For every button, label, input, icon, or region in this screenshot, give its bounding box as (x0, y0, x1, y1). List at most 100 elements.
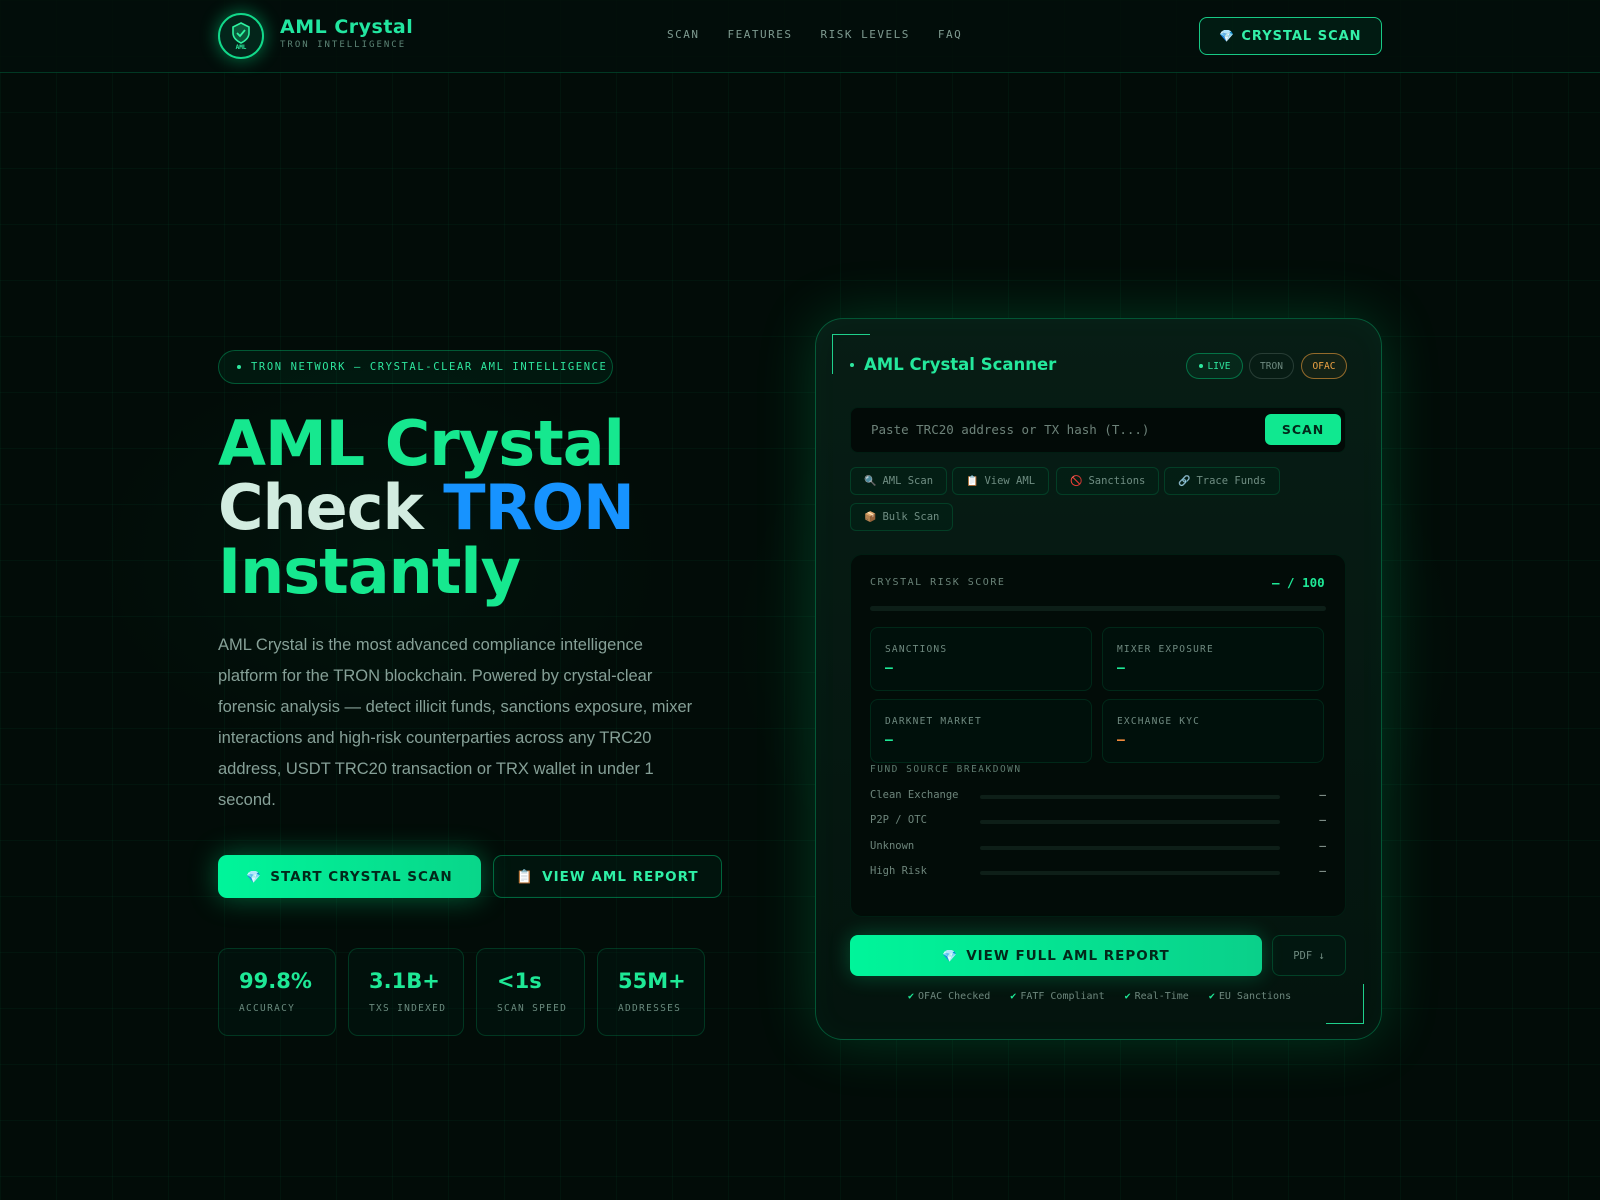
stat-card-txs-indexed: 3.1B+ TXS INDEXED (348, 948, 464, 1036)
stat-card-accuracy: 99.8% ACCURACY (218, 948, 336, 1036)
address-search-input[interactable] (871, 422, 1251, 437)
checkmark-icon: ✔ (1124, 991, 1131, 1002)
nav-links: SCAN FEATURES RISK LEVELS FAQ (667, 28, 962, 41)
chip-aml-scan[interactable]: 🔍 AML Scan (850, 467, 948, 495)
check-label: Real-Time (1134, 991, 1189, 1002)
live-badge-label: LIVE (1207, 360, 1231, 372)
metric-exchange-kyc: EXCHANGE KYC — (1102, 699, 1324, 763)
compliance-checks: ✔ OFAC Checked ✔ FATF Compliant ✔ Real-Time… (908, 991, 1291, 1002)
tron-badge: TRON (1249, 353, 1294, 379)
fund-source-title: FUND SOURCE BREAKDOWN (870, 764, 1022, 775)
ofac-badge: OFAC (1301, 353, 1347, 379)
metric-value: — (1117, 661, 1125, 676)
metric-label: MIXER EXPOSURE (1117, 644, 1214, 655)
stat-label: ACCURACY (239, 1003, 296, 1014)
hero-title-line3: Instantly (218, 535, 521, 608)
top-navbar: AML AML Crystal TRON INTELLIGENCE SCAN F… (0, 0, 1600, 73)
clipboard-icon: 📋 (966, 475, 979, 487)
nav-link-features[interactable]: FEATURES (728, 28, 793, 41)
live-dot-icon (1198, 364, 1203, 368)
view-aml-report-label: VIEW AML REPORT (542, 868, 699, 885)
view-aml-report-button[interactable]: 📋 VIEW AML REPORT (493, 855, 722, 898)
check-ofac: ✔ OFAC Checked (908, 991, 990, 1002)
hero-title-line1: AML Crystal (218, 407, 625, 480)
fund-source-row: P2P / OTC — (870, 813, 1326, 830)
fund-source-value: — (1319, 864, 1326, 877)
metric-value: — (885, 661, 893, 676)
fund-source-value: — (1319, 839, 1326, 852)
stat-value: 55M+ (618, 969, 686, 993)
stat-card-scan-speed: <1s SCAN SPEED (476, 948, 585, 1036)
status-dot-icon (850, 362, 854, 367)
hero-tag-text: TRON NETWORK — CRYSTAL-CLEAR AML INTELLI… (251, 361, 608, 373)
shield-check-icon (232, 22, 250, 44)
pdf-download-button[interactable]: PDF ↓ (1272, 935, 1346, 976)
brand-subtitle: TRON INTELLIGENCE (280, 40, 407, 50)
magnifier-icon: 🔍 (864, 475, 877, 487)
chip-view-aml[interactable]: 📋 View AML (952, 467, 1050, 495)
chip-bulk-scan[interactable]: 📦 Bulk Scan (850, 503, 954, 531)
hero-tag: TRON NETWORK — CRYSTAL-CLEAR AML INTELLI… (218, 350, 613, 384)
logo-badge[interactable]: AML (218, 13, 264, 59)
chip-label: View AML (984, 475, 1036, 487)
view-full-aml-report-button[interactable]: 💎 VIEW FULL AML REPORT (850, 935, 1262, 976)
hero-title-tron: TRON (443, 471, 635, 544)
fund-source-name: P2P / OTC (870, 814, 927, 826)
tag-dot-icon (237, 365, 241, 369)
fund-source-name: High Risk (870, 865, 927, 877)
crystal-scan-nav-label: CRYSTAL SCAN (1241, 28, 1362, 44)
gem-icon: 💎 (1219, 29, 1236, 43)
chip-label: AML Scan (882, 475, 934, 487)
checkmark-icon: ✔ (908, 991, 915, 1002)
check-real-time: ✔ Real-Time (1125, 991, 1189, 1002)
stat-value: <1s (497, 969, 542, 993)
scan-button[interactable]: SCAN (1265, 414, 1341, 445)
prohibited-icon: 🚫 (1070, 475, 1083, 487)
nav-link-scan[interactable]: SCAN (667, 28, 700, 41)
fund-source-name: Unknown (870, 840, 915, 852)
risk-score-bar (870, 606, 1326, 611)
view-full-aml-report-label: VIEW FULL AML REPORT (966, 947, 1170, 964)
start-crystal-scan-button[interactable]: 💎 START CRYSTAL SCAN (218, 855, 481, 898)
nav-link-risk-levels[interactable]: RISK LEVELS (820, 28, 909, 41)
risk-score-label: CRYSTAL RISK SCORE (870, 577, 1006, 588)
fund-source-bar (980, 820, 1280, 824)
metric-label: EXCHANGE KYC (1117, 716, 1201, 727)
stat-label: ADDRESSES (618, 1003, 682, 1014)
fund-source-value: — (1319, 788, 1326, 801)
nav-link-faq[interactable]: FAQ (938, 28, 962, 41)
hero-description: AML Crystal is the most advanced complia… (218, 636, 693, 809)
fund-source-bar (980, 846, 1280, 850)
fund-source-name: Clean Exchange (870, 789, 959, 801)
scanner-title: AML Crystal Scanner (850, 355, 1056, 374)
clipboard-icon: 📋 (516, 868, 535, 885)
stat-value: 99.8% (239, 969, 312, 993)
brand-title[interactable]: AML Crystal (280, 16, 413, 38)
metric-value: — (1117, 733, 1125, 748)
metric-value: — (885, 733, 893, 748)
link-icon: 🔗 (1178, 475, 1191, 487)
fund-source-row: High Risk — (870, 864, 1326, 881)
metric-mixer-exposure: MIXER EXPOSURE — (1102, 627, 1324, 691)
check-label: EU Sanctions (1218, 991, 1292, 1002)
chip-sanctions[interactable]: 🚫 Sanctions (1056, 467, 1160, 495)
check-label: FATF Compliant (1020, 991, 1105, 1002)
scanner-title-text: AML Crystal Scanner (864, 355, 1057, 374)
hero-title-check: Check (218, 471, 424, 544)
gem-icon: 💎 (246, 869, 263, 884)
fund-source-bar (980, 871, 1280, 875)
stat-card-addresses: 55M+ ADDRESSES (597, 948, 705, 1036)
check-eu-sanctions: ✔ EU Sanctions (1209, 991, 1291, 1002)
check-fatf: ✔ FATF Compliant (1010, 991, 1104, 1002)
fund-source-bar (980, 795, 1280, 799)
metric-sanctions: SANCTIONS — (870, 627, 1092, 691)
checkmark-icon: ✔ (1010, 991, 1017, 1002)
fund-source-value: — (1319, 813, 1326, 826)
check-label: OFAC Checked (918, 991, 991, 1002)
chip-trace-funds[interactable]: 🔗 Trace Funds (1164, 467, 1280, 495)
metric-label: DARKNET MARKET (885, 716, 982, 727)
fund-source-row: Unknown — (870, 839, 1326, 856)
live-badge: LIVE (1186, 353, 1243, 379)
risk-score-value: — / 100 (1272, 575, 1325, 590)
crystal-scan-nav-button[interactable]: 💎 CRYSTAL SCAN (1199, 17, 1382, 55)
